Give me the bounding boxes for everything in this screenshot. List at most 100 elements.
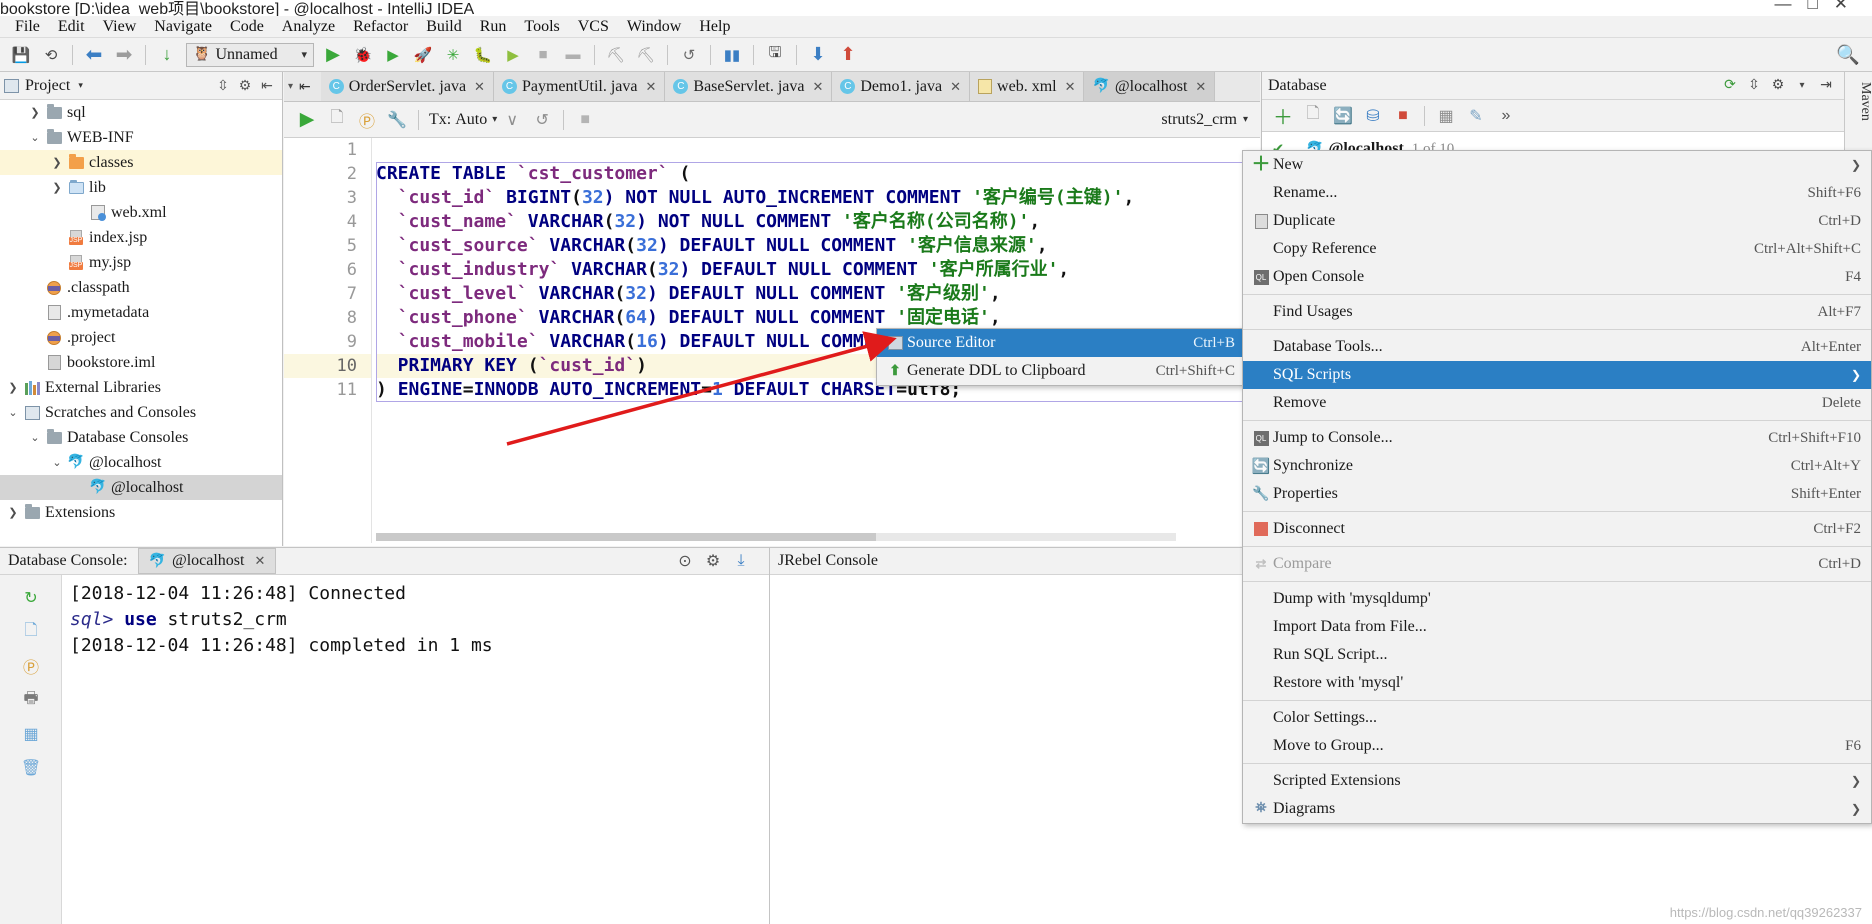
- menu-item-rename[interactable]: Rename...Shift+F6: [1243, 179, 1871, 207]
- menu-item-remove[interactable]: RemoveDelete: [1243, 389, 1871, 417]
- params-icon[interactable]: Ⓟ: [352, 108, 382, 132]
- menu-item-copy-reference[interactable]: Copy ReferenceCtrl+Alt+Shift+C: [1243, 235, 1871, 263]
- code-line[interactable]: `cust_name` VARCHAR(32) NOT NULL COMMENT…: [376, 210, 1260, 234]
- trash-icon[interactable]: 🗑: [0, 751, 62, 785]
- close-icon[interactable]: ✕: [1195, 79, 1206, 95]
- run-coverage-icon[interactable]: ▶: [380, 42, 406, 68]
- menu-item-sql-scripts[interactable]: SQL Scripts❯: [1243, 361, 1871, 389]
- project-tree[interactable]: ❯sql⌄WEB-INF❯classes❯lib·web.xml·JSPinde…: [0, 100, 282, 546]
- menu-item-properties[interactable]: 🔧PropertiesShift+Enter: [1243, 480, 1871, 508]
- structure-icon[interactable]: ▮▮: [719, 42, 745, 68]
- minimize-button[interactable]: —: [1774, 0, 1807, 13]
- gear-icon[interactable]: ⚙: [234, 77, 256, 94]
- refresh-icon[interactable]: ⟳: [1718, 77, 1742, 94]
- chevron-right-icon[interactable]: ❯: [4, 381, 22, 394]
- database-console-tab[interactable]: 🐬 @localhost ✕: [138, 548, 277, 574]
- menu-vcs[interactable]: VCS: [569, 17, 618, 37]
- table-icon[interactable]: ▦: [0, 717, 62, 751]
- execute-icon[interactable]: ▶: [292, 108, 322, 131]
- menu-item-generate-ddl-to-clipboard[interactable]: ⬆Generate DDL to ClipboardCtrl+Shift+C: [877, 357, 1245, 385]
- jrebel-coverage-icon[interactable]: ▶: [500, 42, 526, 68]
- menu-window[interactable]: Window: [618, 17, 690, 37]
- chevron-right-icon[interactable]: ❯: [48, 156, 66, 169]
- menu-item-diagrams[interactable]: ⛯Diagrams❯: [1243, 795, 1871, 823]
- menu-navigate[interactable]: Navigate: [145, 17, 221, 37]
- print-icon[interactable]: 🖶: [0, 683, 62, 717]
- menu-item-open-console[interactable]: QLOpen ConsoleF4: [1243, 263, 1871, 291]
- menu-item-disconnect[interactable]: DisconnectCtrl+F2: [1243, 515, 1871, 543]
- hide-panel-icon[interactable]: ⇤: [256, 77, 278, 94]
- database-context-menu[interactable]: ＋New❯Rename...Shift+F6DuplicateCtrl+DCop…: [1242, 150, 1872, 824]
- project-tree-item[interactable]: ·bookstore.iml: [0, 350, 282, 375]
- chevron-down-icon[interactable]: ⌄: [26, 131, 44, 144]
- pause-icon[interactable]: ▬: [560, 42, 586, 68]
- filter-icon[interactable]: ⛁: [1358, 104, 1388, 128]
- update-project-icon[interactable]: ⬇: [805, 42, 831, 68]
- jrebel-debug-icon[interactable]: 🐛: [470, 42, 496, 68]
- code-line[interactable]: `cust_id` BIGINT(32) NOT NULL AUTO_INCRE…: [376, 186, 1260, 210]
- save-disk-icon[interactable]: 🖫: [762, 42, 788, 68]
- menu-item-restore-with-mysql[interactable]: Restore with 'mysql': [1243, 669, 1871, 697]
- menu-item-move-to-group[interactable]: Move to Group...F6: [1243, 732, 1871, 760]
- run-configuration-selector[interactable]: 🦉 Unnamed ▾: [186, 43, 314, 67]
- menu-item-run-sql-script[interactable]: Run SQL Script...: [1243, 641, 1871, 669]
- project-tree-item[interactable]: ❯Extensions: [0, 500, 282, 525]
- run-icon[interactable]: ▶: [320, 42, 346, 68]
- menu-item-jump-to-console[interactable]: QLJump to Console...Ctrl+Shift+F10: [1243, 424, 1871, 452]
- sql-scripts-submenu[interactable]: Source EditorCtrl+B⬆Generate DDL to Clip…: [876, 328, 1246, 386]
- tx-value[interactable]: Auto: [455, 111, 487, 129]
- schema-selector[interactable]: struts2_crm ▾: [1161, 111, 1248, 129]
- project-tree-item[interactable]: ·🐬@localhost: [0, 475, 282, 500]
- commit-icon[interactable]: ⬆: [835, 42, 861, 68]
- chevron-down-icon[interactable]: ▾: [288, 81, 293, 92]
- stop-red-icon[interactable]: ■: [1388, 104, 1418, 128]
- chevron-down-icon[interactable]: ⌄: [4, 406, 22, 419]
- gear-icon[interactable]: ⚙: [699, 551, 727, 571]
- menu-item-synchronize[interactable]: 🔄SynchronizeCtrl+Alt+Y: [1243, 452, 1871, 480]
- chevron-right-icon[interactable]: ❯: [4, 506, 22, 519]
- build-icon[interactable]: ⛏: [603, 42, 629, 68]
- rebuild-icon[interactable]: ⛏: [633, 42, 659, 68]
- stop-icon[interactable]: ■: [570, 111, 600, 129]
- project-tree-item[interactable]: ⌄Database Consoles: [0, 425, 282, 450]
- undo-icon[interactable]: ↺: [676, 42, 702, 68]
- close-button[interactable]: ✕: [1834, 0, 1864, 13]
- chevron-down-icon[interactable]: ▾: [301, 48, 307, 61]
- menu-build[interactable]: Build: [417, 17, 471, 37]
- project-tree-item[interactable]: ·.mymetadata: [0, 300, 282, 325]
- chevron-down-icon[interactable]: ▾: [1243, 114, 1248, 125]
- menu-item-database-tools[interactable]: Database Tools...Alt+Enter: [1243, 333, 1871, 361]
- code-line[interactable]: `cust_phone` VARCHAR(64) DEFAULT NULL CO…: [376, 306, 1260, 330]
- code-line[interactable]: `cust_source` VARCHAR(32) DEFAULT NULL C…: [376, 234, 1260, 258]
- table-icon[interactable]: ▦: [1431, 104, 1461, 128]
- rollback-icon[interactable]: ↺: [527, 110, 557, 130]
- project-tree-item[interactable]: ·web.xml: [0, 200, 282, 225]
- jrebel-run-icon[interactable]: ✳: [440, 42, 466, 68]
- forward-icon[interactable]: ➡: [111, 42, 137, 68]
- copy-icon[interactable]: 🗋: [322, 106, 352, 133]
- chevron-down-icon[interactable]: ⌄: [48, 456, 66, 469]
- menu-item-color-settings[interactable]: Color Settings...: [1243, 704, 1871, 732]
- menu-analyze[interactable]: Analyze: [273, 17, 344, 37]
- chevron-right-icon[interactable]: ❯: [48, 181, 66, 194]
- editor-tab[interactable]: 🐬@localhost✕: [1084, 72, 1215, 101]
- window-controls[interactable]: —□✕: [1774, 0, 1864, 14]
- search-everywhere-icon[interactable]: 🔍: [1836, 43, 1860, 67]
- project-tree-item[interactable]: ·JSPindex.jsp: [0, 225, 282, 250]
- code-line[interactable]: `cust_level` VARCHAR(32) DEFAULT NULL CO…: [376, 282, 1260, 306]
- project-tree-item[interactable]: ⌄🐬@localhost: [0, 450, 282, 475]
- back-icon[interactable]: ⬅: [81, 42, 107, 68]
- sync-icon[interactable]: 🔄: [1328, 104, 1358, 128]
- collapse-all-icon[interactable]: ⇳: [212, 77, 234, 94]
- menu-tools[interactable]: Tools: [515, 17, 568, 37]
- editor-tab[interactable]: web. xml✕: [970, 72, 1084, 101]
- menu-help[interactable]: Help: [690, 17, 739, 37]
- collapse-icon[interactable]: ⇳: [1742, 77, 1766, 94]
- close-icon[interactable]: ✕: [645, 79, 656, 95]
- project-tree-item[interactable]: ·JSPmy.jsp: [0, 250, 282, 275]
- editor-tab[interactable]: CDemo1. java✕: [832, 72, 970, 101]
- settings-circle-icon[interactable]: ⊙: [671, 551, 699, 571]
- params-icon[interactable]: Ⓟ: [0, 649, 62, 683]
- rerun-icon[interactable]: ↻: [0, 581, 62, 615]
- debug-icon[interactable]: 🐞: [350, 42, 376, 68]
